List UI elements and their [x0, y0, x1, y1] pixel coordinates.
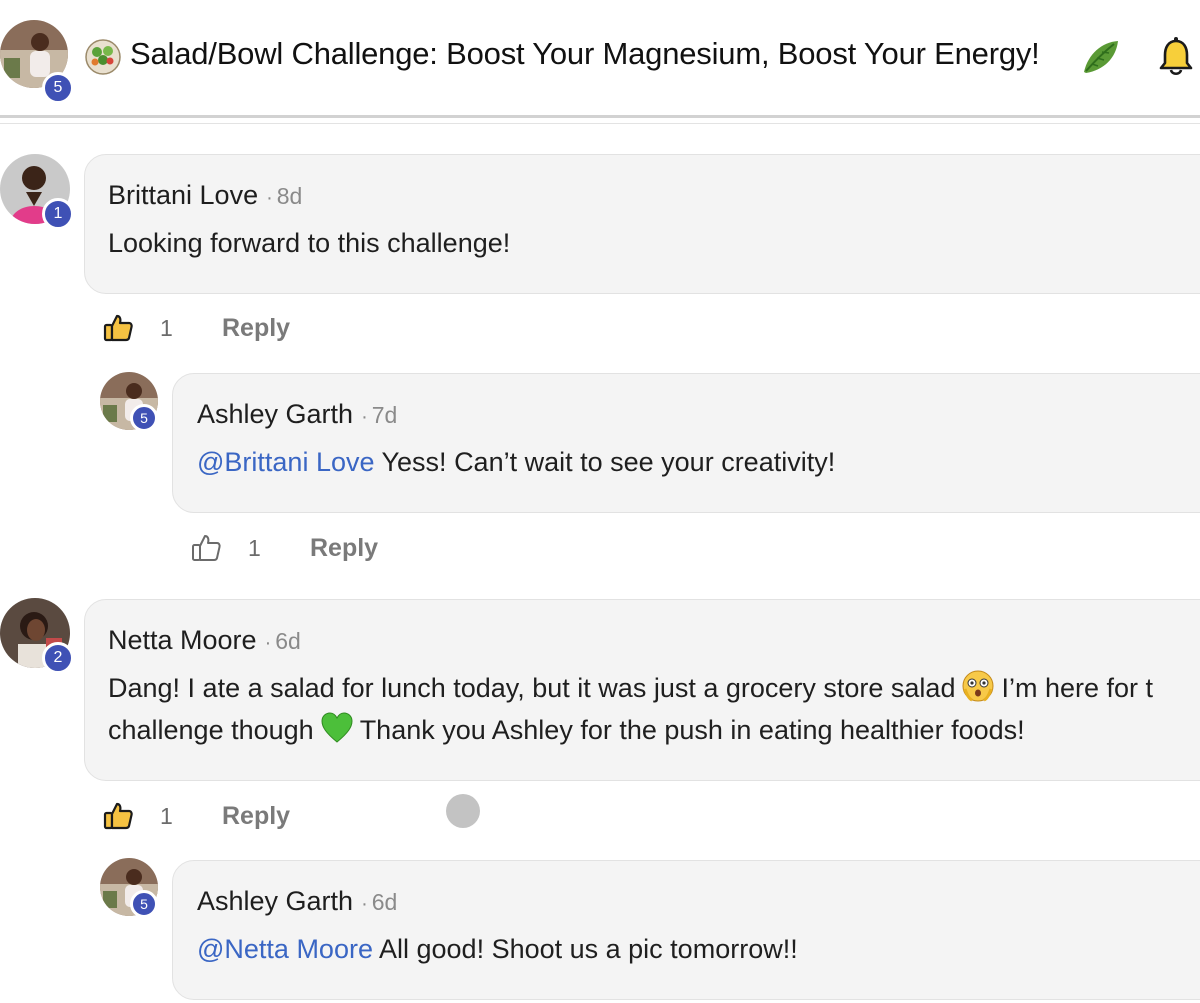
comment-text: @Brittani Love Yess! Can’t wait to see y… [197, 441, 835, 483]
salad-bowl-icon [85, 39, 121, 75]
comment-text-line2: challenge though Thank you Ashley for th… [108, 709, 1025, 751]
comment-text-body: All good! Shoot us a pic tomorrow!! [372, 934, 798, 964]
reply-button[interactable]: Reply [310, 534, 378, 563]
bell-icon[interactable] [1158, 36, 1194, 78]
separator-dot: · [361, 893, 368, 915]
comment-text: Dang! I ate a salad for lunch today, but… [108, 667, 1153, 709]
comment-meta: Ashley Garth · 6d [197, 886, 397, 917]
thumbs-up-icon[interactable] [190, 532, 222, 564]
touch-indicator [446, 794, 480, 828]
avatar-badge: 5 [130, 890, 158, 918]
commenter-avatar[interactable]: 2 [0, 598, 74, 674]
comment-meta: Ashley Garth · 7d [197, 399, 397, 430]
comment-actions: 1 Reply [102, 800, 290, 832]
leafy-green-icon [1084, 41, 1118, 73]
timestamp: 7d [371, 402, 398, 428]
avatar-badge: 2 [42, 642, 74, 674]
commenter-avatar[interactable]: 1 [0, 154, 74, 230]
like-count: 1 [248, 534, 261, 561]
comment-text-line1a: Dang! I ate a salad for lunch today, but… [108, 673, 956, 703]
avatar-badge: 5 [130, 404, 158, 432]
separator-dot: · [361, 406, 368, 428]
commenter-avatar[interactable]: 5 [100, 858, 158, 918]
comment-text: @Netta Moore All good! Shoot us a pic to… [197, 928, 798, 970]
author-name[interactable]: Ashley Garth [197, 886, 353, 916]
comment-meta: Netta Moore · 6d [108, 625, 301, 656]
comment-text-line2b: Thank you Ashley for the push in eating … [359, 715, 1025, 745]
author-name[interactable]: Netta Moore [108, 625, 257, 655]
thumbs-up-icon[interactable] [102, 312, 134, 344]
comment-text-body: Yess! Can’t wait to see your creativity! [374, 447, 836, 477]
timestamp: 8d [276, 183, 303, 209]
separator-dot: · [264, 632, 272, 654]
timestamp: 6d [371, 889, 398, 915]
like-count: 1 [160, 802, 173, 829]
author-name[interactable]: Ashley Garth [197, 399, 353, 429]
avatar-badge: 1 [42, 198, 74, 230]
avatar-badge: 5 [42, 72, 74, 104]
separator-dot: · [266, 187, 273, 209]
reply-button[interactable]: Reply [222, 802, 290, 831]
comment-actions: 1 Reply [190, 532, 378, 564]
post-author-avatar[interactable]: 5 [0, 20, 74, 104]
author-name[interactable]: Brittani Love [108, 180, 258, 210]
comment-text: Looking forward to this challenge! [108, 228, 511, 258]
mention-link[interactable]: @Brittani Love [197, 447, 375, 477]
comment-meta: Brittani Love · 8d [108, 180, 302, 211]
green-heart-icon [321, 712, 353, 743]
mention-link[interactable]: @Netta Moore [197, 934, 373, 964]
comment-actions: 1 Reply [102, 312, 290, 344]
flushed-face-emoji-icon [962, 670, 994, 702]
comment-text-line1b: I’m here for t [1001, 673, 1154, 703]
reply-button[interactable]: Reply [222, 314, 290, 343]
timestamp: 6d [275, 628, 301, 654]
comment-text-line2a: challenge though [108, 715, 314, 745]
post-header: 5 Salad/Bowl Challenge: Boost Your Magne… [0, 0, 1200, 124]
post-title: Salad/Bowl Challenge: Boost Your Magnesi… [130, 36, 1040, 71]
like-count: 1 [160, 314, 173, 341]
thumbs-up-icon[interactable] [102, 800, 134, 832]
commenter-avatar[interactable]: 5 [100, 372, 158, 432]
